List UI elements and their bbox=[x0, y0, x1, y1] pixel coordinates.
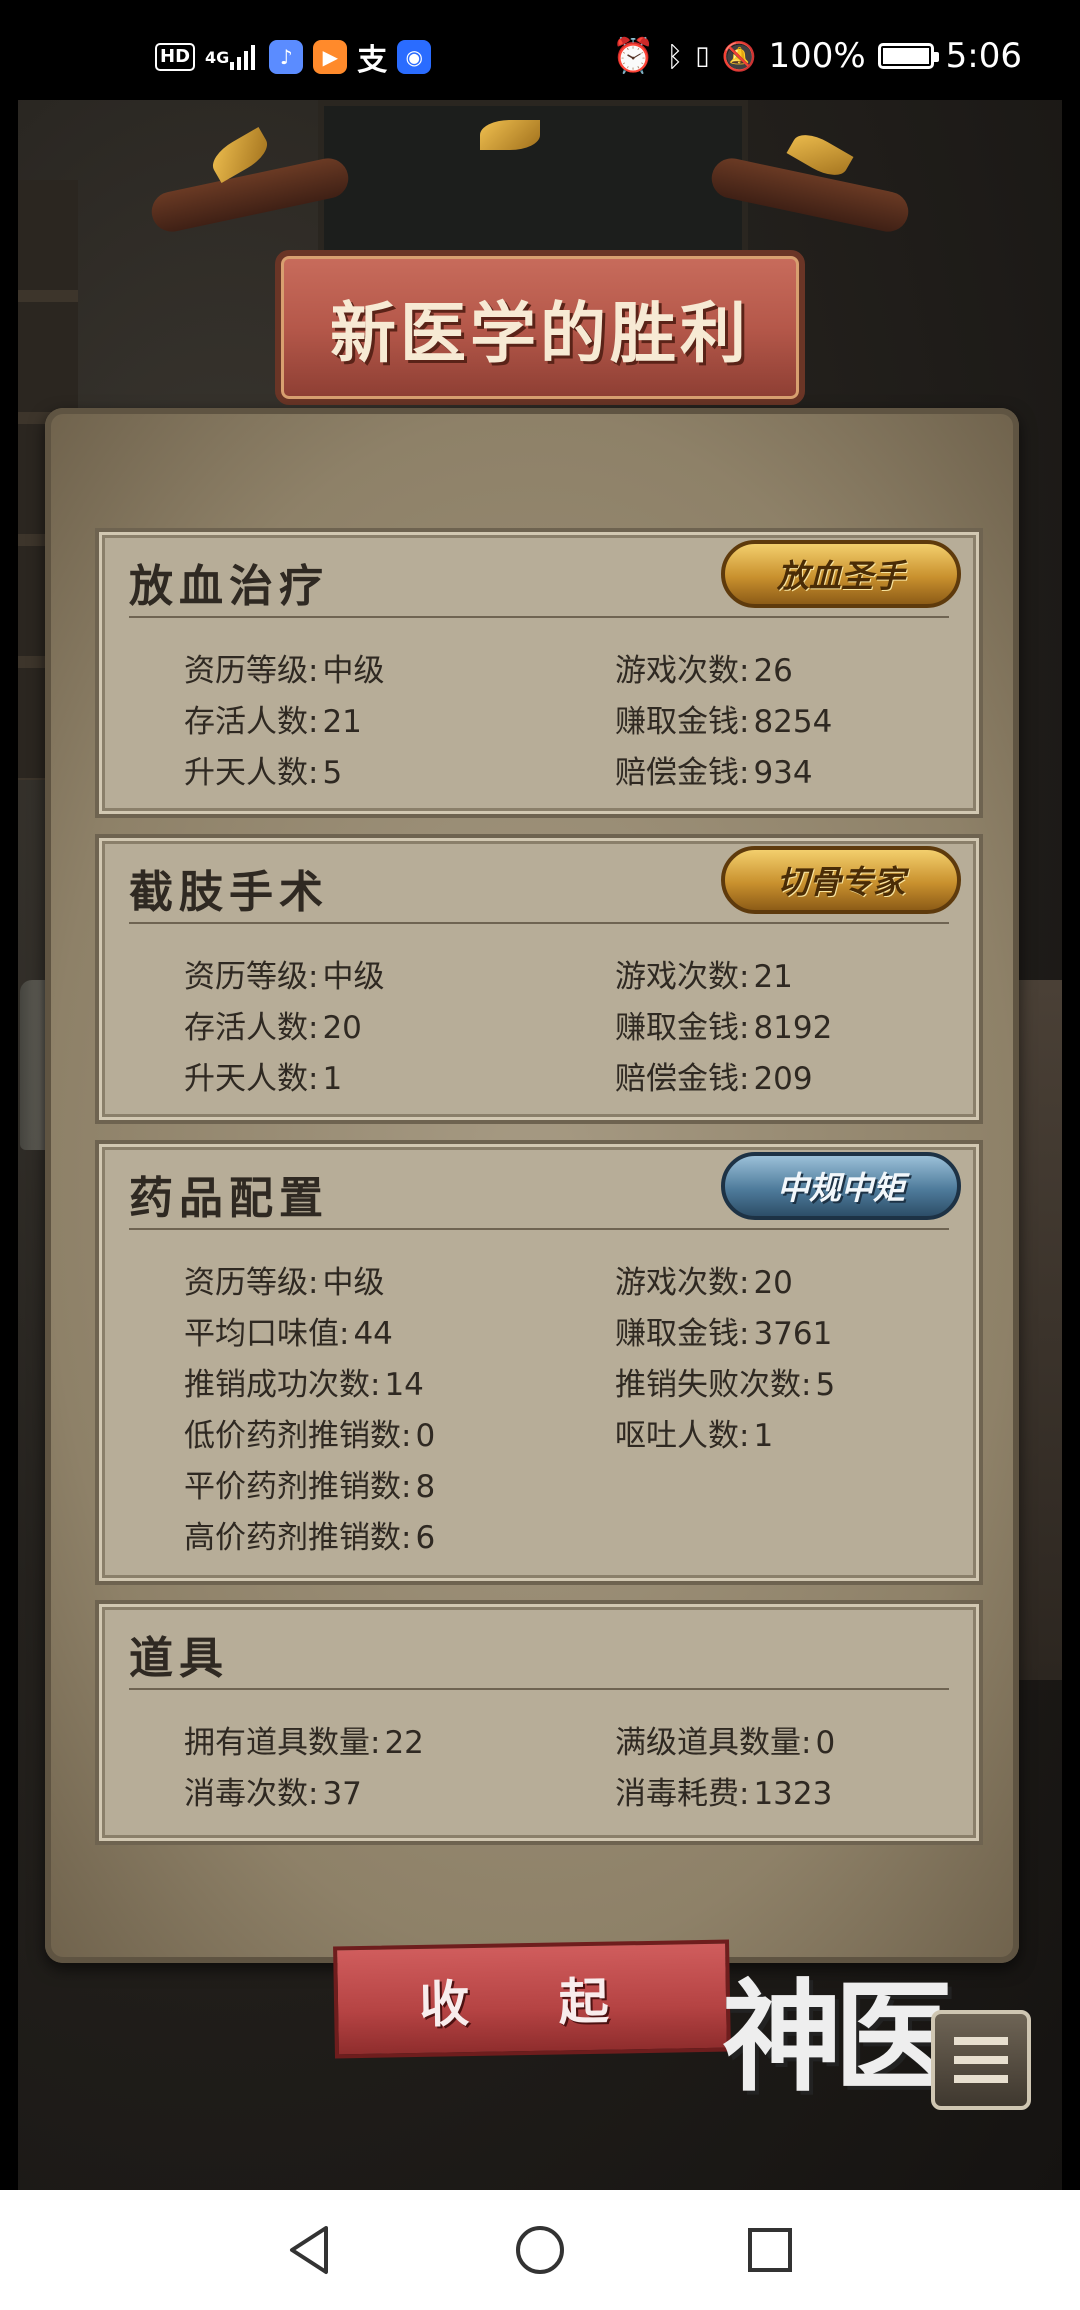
panel-bloodletting: 放血治疗 放血圣手 资历等级中级 游戏次数26 存活人数21 赚取金钱8254 … bbox=[95, 528, 983, 818]
panel-items: 道具 拥有道具数量22 满级道具数量0 消毒次数37 消毒耗费1323 bbox=[95, 1600, 983, 1845]
panel-title: 道具 bbox=[129, 1633, 229, 1684]
home-button[interactable] bbox=[510, 2220, 570, 2280]
alarm-icon: ⏰ bbox=[612, 36, 655, 76]
stat-item: 消毒耗费1323 bbox=[615, 1768, 832, 1813]
clock: 5:06 bbox=[945, 36, 1022, 76]
title-badge: 中规中矩 bbox=[721, 1152, 961, 1220]
back-button[interactable] bbox=[280, 2220, 340, 2280]
stat-item: 赚取金钱8254 bbox=[615, 696, 832, 741]
stat-item: 低价药剂推销数0 bbox=[184, 1410, 435, 1455]
stat-item: 推销成功次数14 bbox=[184, 1359, 424, 1404]
panel-title: 截肢手术 bbox=[129, 867, 329, 918]
panel-medicine: 药品配置 中规中矩 资历等级中级 游戏次数20 平均口味值44 赚取金钱3761… bbox=[95, 1140, 983, 1585]
stat-item: 推销失败次数5 bbox=[615, 1359, 835, 1404]
recents-button[interactable] bbox=[740, 2220, 800, 2280]
stat-item: 赔偿金钱934 bbox=[615, 747, 813, 792]
panel-title: 药品配置 bbox=[129, 1173, 329, 1224]
divider bbox=[129, 1228, 949, 1230]
stat-item: 赚取金钱8192 bbox=[615, 1002, 832, 1047]
stat-item: 资历等级中级 bbox=[184, 1257, 384, 1302]
stat-item: 游戏次数21 bbox=[615, 951, 793, 996]
battery-icon bbox=[877, 43, 939, 69]
stat-item: 高价药剂推销数6 bbox=[184, 1512, 435, 1557]
stat-item: 平价药剂推销数8 bbox=[184, 1461, 435, 1506]
menu-button[interactable] bbox=[931, 2010, 1031, 2110]
stat-item: 存活人数20 bbox=[184, 1002, 362, 1047]
divider bbox=[129, 922, 949, 924]
stat-item: 平均口味值44 bbox=[184, 1308, 393, 1353]
network-type-label: 4G bbox=[205, 47, 230, 67]
home-icon bbox=[516, 2226, 564, 2274]
navigation-bar bbox=[0, 2190, 1080, 2310]
stat-item: 存活人数21 bbox=[184, 696, 362, 741]
stat-item: 资历等级中级 bbox=[184, 951, 384, 996]
menu-icon bbox=[954, 2037, 1008, 2083]
status-right-icons: ⏰ ᛒ ▯ 🔕 100% 5:06 bbox=[612, 36, 1022, 76]
stat-item: 呕吐人数1 bbox=[615, 1410, 773, 1455]
alipay-icon: 支 bbox=[357, 43, 388, 78]
bluetooth-icon: ᛒ bbox=[666, 39, 684, 73]
recents-icon bbox=[748, 2228, 792, 2272]
stat-item: 升天人数5 bbox=[184, 747, 342, 792]
page-title: 新医学的胜利 bbox=[330, 293, 750, 372]
network-4g-icon: 4G bbox=[205, 40, 259, 74]
hd-icon: HD bbox=[155, 43, 196, 71]
stat-item: 资历等级中级 bbox=[184, 645, 384, 690]
vibrate-icon: ▯ bbox=[695, 41, 710, 71]
leaf-ornament bbox=[480, 120, 540, 150]
stat-item: 升天人数1 bbox=[184, 1053, 342, 1098]
status-left-icons: HD 4G ♪ ▶ 支 ◉ bbox=[155, 40, 432, 78]
stat-item: 满级道具数量0 bbox=[615, 1717, 835, 1762]
stat-item: 赚取金钱3761 bbox=[615, 1308, 832, 1353]
stat-item: 游戏次数20 bbox=[615, 1257, 793, 1302]
title-badge: 放血圣手 bbox=[721, 540, 961, 608]
title-banner: 新医学的胜利 bbox=[148, 120, 912, 405]
stat-item: 赔偿金钱209 bbox=[615, 1053, 813, 1098]
panel-title: 放血治疗 bbox=[129, 561, 329, 612]
collapse-button[interactable]: 收 起 bbox=[333, 1939, 731, 2059]
divider bbox=[129, 616, 949, 618]
status-bar: HD 4G ♪ ▶ 支 ◉ ⏰ ᛒ ▯ 🔕 100% 5:06 bbox=[0, 0, 1080, 100]
banner-left-vine bbox=[148, 154, 352, 236]
title-badge: 切骨专家 bbox=[721, 846, 961, 914]
stat-item: 消毒次数37 bbox=[184, 1768, 362, 1813]
video-app-icon: ▶ bbox=[313, 40, 348, 74]
stat-item: 游戏次数26 bbox=[615, 645, 793, 690]
battery-percent: 100% bbox=[768, 36, 866, 76]
stat-item: 拥有道具数量22 bbox=[184, 1717, 424, 1762]
banner-plate: 新医学的胜利 bbox=[275, 250, 805, 405]
panel-amputation: 截肢手术 切骨专家 资历等级中级 游戏次数21 存活人数20 赚取金钱8192 … bbox=[95, 834, 983, 1124]
back-icon bbox=[290, 2226, 328, 2274]
divider bbox=[129, 1688, 949, 1690]
lightbulb-app-icon: ◉ bbox=[397, 40, 432, 74]
mute-icon: 🔕 bbox=[721, 39, 757, 73]
music-app-icon: ♪ bbox=[269, 40, 304, 74]
